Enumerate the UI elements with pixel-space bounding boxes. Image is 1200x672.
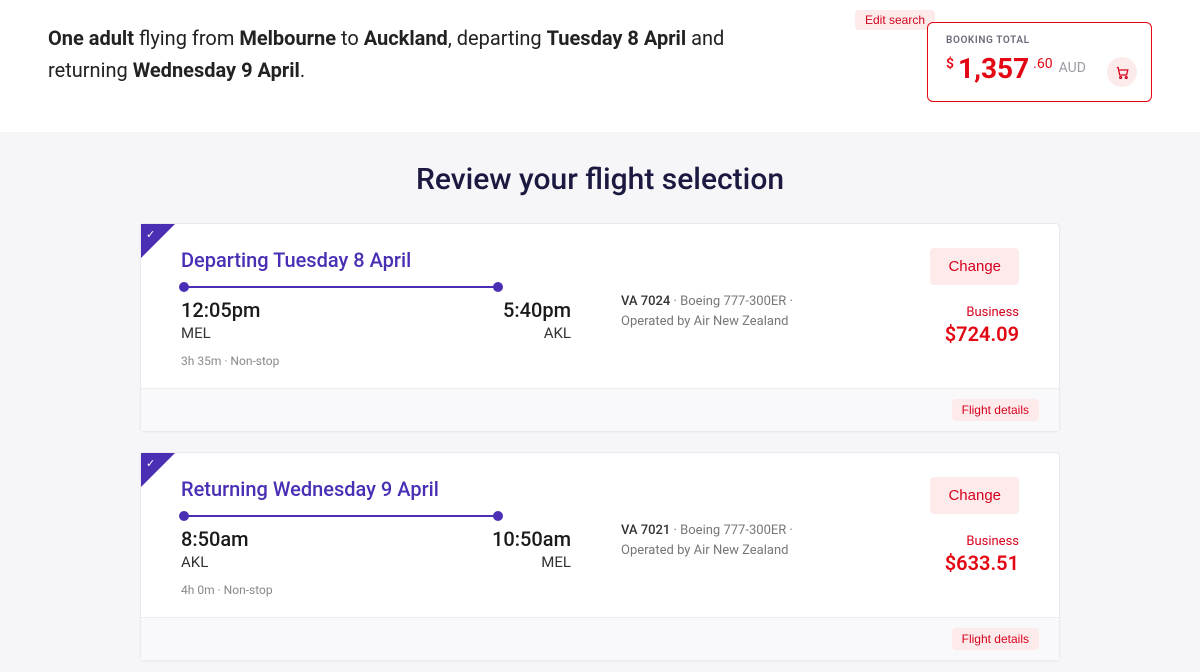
- leg-title: Departing Tuesday 8 April: [181, 248, 591, 272]
- fare-price: $633.51: [945, 551, 1019, 575]
- booking-total-price: $ 1,357 .60 AUD: [946, 52, 1133, 85]
- fare-class: Business: [945, 305, 1019, 320]
- route-line-icon: [181, 286, 501, 288]
- depart-time: 12:05pm: [181, 298, 260, 322]
- change-button[interactable]: Change: [930, 248, 1019, 285]
- flight-details-button[interactable]: Flight details: [952, 399, 1039, 421]
- edit-search-button[interactable]: Edit search: [855, 10, 935, 30]
- arrive-time: 10:50am: [492, 527, 571, 551]
- route-line-icon: [181, 515, 501, 517]
- flight-card-departing: ✓ Departing Tuesday 8 April 12:05pm MEL …: [140, 223, 1060, 432]
- duration-stops: 3h 35m · Non-stop: [181, 354, 591, 368]
- check-icon: ✓: [146, 457, 155, 470]
- arrive-code: MEL: [492, 553, 571, 571]
- flight-number: VA 7024: [621, 294, 670, 309]
- search-summary-text: One adult flying from Melbourne to Auckl…: [48, 22, 808, 86]
- passenger-count: One adult: [48, 26, 134, 50]
- flight-info: VA 7024 · Boeing 777-300ER · Operated by…: [621, 248, 839, 331]
- page-title: Review your flight selection: [0, 162, 1200, 197]
- flight-details-button[interactable]: Flight details: [952, 628, 1039, 650]
- change-button[interactable]: Change: [930, 477, 1019, 514]
- arrive-time: 5:40pm: [503, 298, 571, 322]
- cart-icon[interactable]: [1107, 57, 1137, 87]
- search-summary-bar: One adult flying from Melbourne to Auckl…: [0, 0, 1200, 132]
- return-date: Wednesday 9 April: [133, 58, 300, 82]
- fare-class: Business: [945, 534, 1019, 549]
- flight-card-returning: ✓ Returning Wednesday 9 April 8:50am AKL…: [140, 452, 1060, 661]
- fare-price: $724.09: [945, 322, 1019, 346]
- duration-stops: 4h 0m · Non-stop: [181, 583, 591, 597]
- depart-time: 8:50am: [181, 527, 249, 551]
- booking-total-label: BOOKING TOTAL: [946, 35, 1133, 46]
- depart-code: AKL: [181, 553, 249, 571]
- booking-total-panel: BOOKING TOTAL $ 1,357 .60 AUD: [927, 22, 1152, 102]
- depart-date: Tuesday 8 April: [547, 26, 687, 50]
- origin-city: Melbourne: [239, 26, 336, 50]
- depart-code: MEL: [181, 324, 260, 342]
- arrive-code: AKL: [503, 324, 571, 342]
- flight-number: VA 7021: [621, 523, 670, 538]
- leg-title: Returning Wednesday 9 April: [181, 477, 591, 501]
- destination-city: Auckland: [364, 26, 448, 50]
- check-icon: ✓: [146, 228, 155, 241]
- flight-info: VA 7021 · Boeing 777-300ER · Operated by…: [621, 477, 839, 560]
